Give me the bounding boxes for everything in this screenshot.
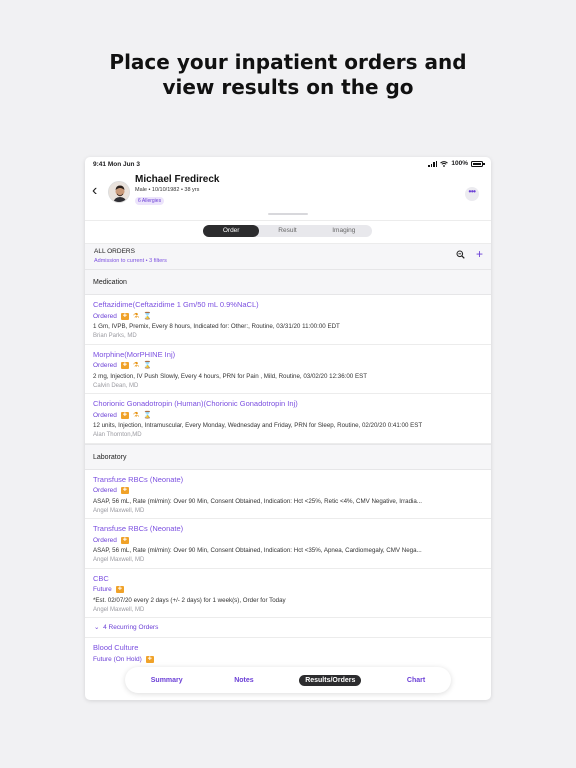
order-detail: ASAP, 56 mL, Rate (ml/min): Over 90 Min,… [93,547,422,554]
pharmacy-icon: ✚ [145,655,154,663]
tab-results-orders[interactable]: Results/Orders [299,674,362,686]
allergies-badge[interactable]: 6 Allergies [135,197,165,205]
list-item[interactable]: Ceftazidime(Ceftazidime 1 Gm/50 mL 0.9%N… [85,295,491,345]
all-orders-bar: ALL ORDERS Admission to current • 3 filt… [85,243,491,269]
patient-name: Michael Fredireck [135,174,220,185]
flask-icon: ⚗ [132,362,140,369]
segment-result[interactable]: Result [259,225,315,237]
order-detail: ASAP, 56 mL, Rate (ml/min): Over 90 Min,… [93,497,422,505]
signal-icon [428,160,438,167]
hourglass-icon: ⌛ [143,312,152,320]
filters-link[interactable]: Admission to current • 3 filters [94,258,167,264]
order-status: Future (On Hold) [93,655,142,663]
status-time: 9:41 Mon Jun 3 [93,161,140,168]
order-status: Ordered [93,487,117,494]
view-segmented-control: Order Result Imaging [203,225,372,237]
order-provider: Alan Thornton,MD [93,432,142,438]
list-item[interactable]: Transfuse RBCs (Neonate) Ordered ✚ ASAP,… [85,470,491,519]
order-status: Ordered [93,312,117,320]
flask-icon: ⚗ [132,312,140,320]
order-provider: Angel Maxwell, MD [93,606,145,613]
order-detail: 1 Gm, IVPB, Premix, Every 8 hours, Indic… [93,323,340,330]
chevron-down-icon: ⌄ [94,624,100,631]
headline-line-1: Place your inpatient orders and [109,50,467,74]
person-photo-icon [109,182,129,202]
order-name: Transfuse RBCs (Neonate) [93,524,184,533]
orders-list: Medication Ceftazidime(Ceftazidime 1 Gm/… [85,269,491,667]
segment-imaging[interactable]: Imaging [316,225,372,237]
recurring-orders-label: 4 Recurring Orders [103,624,159,631]
order-status: Ordered [93,536,117,544]
section-laboratory: Laboratory [85,443,491,470]
order-detail: 12 units, Injection, Intramuscular, Ever… [93,422,423,429]
pharmacy-icon: ✚ [120,362,129,369]
list-item[interactable]: Blood Culture Future (On Hold) ✚ [85,638,491,667]
list-item[interactable]: Transfuse RBCs (Neonate) Ordered ✚ ASAP,… [85,519,491,569]
battery-icon [471,160,485,167]
tab-notes[interactable]: Notes [228,675,259,686]
order-provider: Calvin Dean, MD [93,382,139,389]
order-provider: Angel Maxwell, MD [93,507,145,514]
pharmacy-icon: ✚ [120,487,129,494]
patient-avatar[interactable] [108,181,130,203]
order-name: Ceftazidime(Ceftazidime 1 Gm/50 mL 0.9%N… [93,300,259,309]
pharmacy-icon: ✚ [120,312,129,320]
patient-header: ‹ Michael Fredireck Male • 10/10/1982 • … [85,171,491,227]
section-medication: Medication [85,269,491,295]
order-name: Morphine(MorPHINE Inj) [93,349,176,359]
tablet-screen: 9:41 Mon Jun 3 100% ‹ Michael Fredireck … [85,157,491,700]
order-status: Ordered [93,411,117,419]
pharmacy-icon: ✚ [120,411,129,419]
recurring-orders-toggle[interactable]: ⌄ 4 Recurring Orders [85,618,491,638]
pharmacy-icon: ✚ [120,536,129,544]
order-detail: 2 mg, Injection, IV Push Slowly, Every 4… [93,372,367,380]
all-orders-title: ALL ORDERS [94,248,135,255]
more-options-icon[interactable]: ••• [465,187,479,201]
add-order-icon[interactable]: + [476,247,483,261]
pharmacy-icon: ✚ [115,586,124,593]
order-status: Ordered [93,362,117,369]
flask-icon: ⚗ [132,411,140,419]
hourglass-icon: ⌛ [143,362,152,369]
back-chevron-icon[interactable]: ‹ [92,183,97,199]
headline-line-2: view results on the go [162,75,414,99]
order-name: Blood Culture [93,643,139,652]
order-provider: Angel Maxwell, MD [93,557,145,563]
hourglass-icon: ⌛ [143,411,152,419]
list-item[interactable]: Chorionic Gonadotropin (Human)(Chorionic… [85,394,491,444]
tab-summary[interactable]: Summary [145,675,189,686]
wifi-icon [440,160,449,167]
segment-order[interactable]: Order [203,225,260,237]
patient-demographics: Male • 10/10/1982 • 38 yrs [135,187,200,193]
zoom-out-icon[interactable] [456,250,465,261]
order-provider: Brian Parks, MD [93,333,137,339]
order-detail: *Est. 02/07/20 every 2 days (+/- 2 days)… [93,596,286,604]
order-name: Transfuse RBCs (Neonate) [93,474,184,484]
battery-percent: 100% [451,160,468,167]
order-name: CBC [93,573,109,583]
list-item[interactable]: CBC Future ✚ *Est. 02/07/20 every 2 days… [85,569,491,618]
order-name: Chorionic Gonadotropin (Human)(Chorionic… [93,399,298,408]
tab-chart[interactable]: Chart [401,675,431,686]
status-bar: 9:41 Mon Jun 3 100% [85,157,491,171]
marketing-headline: Place your inpatient orders and view res… [0,50,576,100]
order-status: Future [93,586,112,593]
header-divider [85,220,491,221]
list-item[interactable]: Morphine(MorPHINE Inj) Ordered ✚ ⚗ ⌛ 2 m… [85,345,491,394]
bottom-tab-bar: Summary Notes Results/Orders Chart [125,667,451,693]
sheet-grabber[interactable] [268,213,308,215]
